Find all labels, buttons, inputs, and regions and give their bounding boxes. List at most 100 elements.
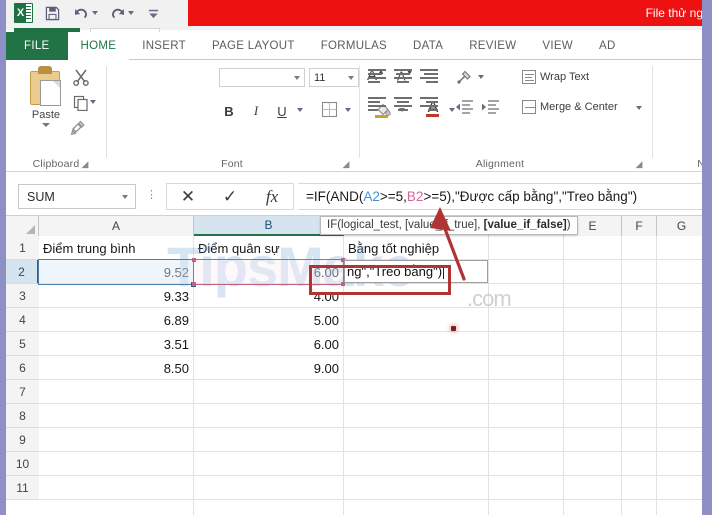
align-top-icon[interactable]: [368, 68, 388, 86]
cell-b6[interactable]: 9.00: [194, 356, 343, 380]
wrap-text-button[interactable]: Wrap Text: [522, 70, 589, 84]
cell-a1[interactable]: Điểm trung bình: [39, 236, 193, 260]
decrease-indent-icon[interactable]: [454, 96, 474, 118]
cut-icon[interactable]: [70, 66, 92, 88]
row-header-11[interactable]: 11: [6, 476, 39, 500]
column-header-g[interactable]: G: [657, 216, 707, 236]
align-right-icon[interactable]: [420, 96, 440, 114]
wrap-text-label: Wrap Text: [540, 71, 589, 83]
copy-dropdown-caret[interactable]: [90, 100, 96, 104]
cell-c1[interactable]: Bằng tốt nghiệp: [344, 236, 488, 260]
tab-insert[interactable]: INSERT: [129, 32, 199, 60]
formula-bar-grip[interactable]: ⋮: [146, 190, 157, 201]
clipboard-group-label: Clipboard: [6, 158, 106, 170]
font-dialog-launcher[interactable]: ◢: [341, 159, 351, 169]
tab-add-ins[interactable]: AD: [586, 32, 629, 60]
borders-dropdown-caret[interactable]: [345, 108, 351, 112]
insert-function-button[interactable]: fx: [251, 184, 293, 209]
undo-dropdown-caret[interactable]: [92, 11, 98, 15]
underline-dropdown-caret[interactable]: [297, 108, 303, 112]
alignment-group-label: Alignment: [380, 158, 620, 170]
annotation-dot: [451, 326, 456, 331]
enter-formula-button[interactable]: ✓: [209, 184, 251, 209]
tab-data[interactable]: DATA: [400, 32, 456, 60]
align-bottom-icon[interactable]: [420, 68, 440, 86]
merge-center-button[interactable]: Merge & Center: [522, 100, 618, 114]
column-header-f[interactable]: F: [622, 216, 657, 236]
cell-a3[interactable]: 9.33: [39, 284, 193, 308]
cell-a6[interactable]: 8.50: [39, 356, 193, 380]
tab-home[interactable]: HOME: [68, 32, 130, 60]
align-center-icon[interactable]: [394, 96, 414, 114]
cell-b4[interactable]: 5.00: [194, 308, 343, 332]
row-header-6[interactable]: 6: [6, 356, 39, 380]
save-icon[interactable]: [42, 3, 62, 23]
selection-border-a2: [38, 259, 194, 285]
cell-a5[interactable]: 3.51: [39, 332, 193, 356]
font-size-input[interactable]: 11: [309, 68, 359, 87]
paste-button[interactable]: Paste: [20, 66, 72, 127]
cancel-formula-button[interactable]: ✕: [167, 184, 209, 209]
increase-indent-icon[interactable]: [480, 96, 500, 118]
copy-icon[interactable]: [70, 92, 92, 114]
ribbon-group-alignment: Wrap Text Merge & Center Alignment ◢: [360, 60, 650, 172]
italic-button[interactable]: I: [247, 100, 265, 122]
row-header-1[interactable]: 1: [6, 236, 39, 260]
name-box[interactable]: SUM: [18, 184, 136, 209]
merge-center-icon: [522, 100, 536, 114]
redo-dropdown-caret[interactable]: [128, 11, 134, 15]
alignment-dialog-launcher[interactable]: ◢: [634, 159, 644, 169]
merge-center-dropdown-caret[interactable]: [636, 106, 642, 110]
row-header-3[interactable]: 3: [6, 284, 39, 308]
orientation-icon[interactable]: [454, 66, 474, 88]
row-header-10[interactable]: 10: [6, 452, 39, 476]
redo-button[interactable]: [107, 3, 134, 23]
ribbon-group-number: General $ N: [653, 60, 707, 172]
tooltip-suffix: ): [567, 219, 571, 231]
row-header-4[interactable]: 4: [6, 308, 39, 332]
clipboard-dialog-launcher[interactable]: ◢: [80, 159, 90, 169]
row-header-8[interactable]: 8: [6, 404, 39, 428]
annotation-highlight-box: [309, 265, 451, 295]
cell-b5[interactable]: 6.00: [194, 332, 343, 356]
tab-page-layout[interactable]: PAGE LAYOUT: [199, 32, 308, 60]
formula-segment-plain-3: >=5),"Được cấp bằng","Treo bằng"): [423, 189, 637, 204]
format-painter-icon[interactable]: [68, 116, 90, 138]
borders-icon[interactable]: [319, 98, 339, 120]
tab-file[interactable]: FILE: [6, 32, 68, 60]
row-header-5[interactable]: 5: [6, 332, 39, 356]
cell-a4[interactable]: 6.89: [39, 308, 193, 332]
font-size-caret[interactable]: [348, 76, 354, 80]
align-left-icon[interactable]: [368, 96, 388, 114]
row-header-7[interactable]: 7: [6, 380, 39, 404]
underline-button[interactable]: U: [273, 100, 291, 122]
paste-dropdown-caret[interactable]: [42, 123, 50, 127]
excel-window: X File thử ng: [0, 0, 712, 515]
formula-ref-a2: A2: [363, 189, 380, 204]
number-group-label: N: [659, 158, 705, 170]
customize-qat-icon[interactable]: [143, 3, 163, 23]
orientation-dropdown-caret[interactable]: [478, 75, 484, 79]
row-header-9[interactable]: 9: [6, 428, 39, 452]
tab-view[interactable]: VIEW: [529, 32, 586, 60]
formula-segment-plain-1: =IF(AND(: [306, 189, 363, 204]
paste-label: Paste: [20, 109, 72, 121]
title-bar: X File thử ng: [6, 0, 707, 30]
undo-button[interactable]: [71, 3, 98, 23]
name-box-caret[interactable]: [122, 195, 128, 199]
cell-b1[interactable]: Điểm quân sự: [194, 236, 343, 260]
align-middle-icon[interactable]: [394, 68, 414, 86]
bold-button[interactable]: B: [220, 100, 238, 122]
ribbon-tab-bar: FILE HOME INSERT PAGE LAYOUT FORMULAS DA…: [6, 32, 707, 60]
font-name-input[interactable]: [219, 68, 305, 87]
tab-formulas[interactable]: FORMULAS: [308, 32, 400, 60]
select-all-button[interactable]: [6, 216, 39, 236]
redo-icon[interactable]: [107, 3, 127, 23]
merge-center-label: Merge & Center: [540, 101, 618, 113]
column-header-a[interactable]: A: [39, 216, 194, 236]
font-name-caret[interactable]: [294, 76, 300, 80]
tab-review[interactable]: REVIEW: [456, 32, 529, 60]
undo-icon[interactable]: [71, 3, 91, 23]
formula-input[interactable]: =IF(AND(A2>=5,B2>=5),"Được cấp bằng","Tr…: [298, 183, 705, 210]
row-header-2[interactable]: 2: [6, 260, 39, 284]
